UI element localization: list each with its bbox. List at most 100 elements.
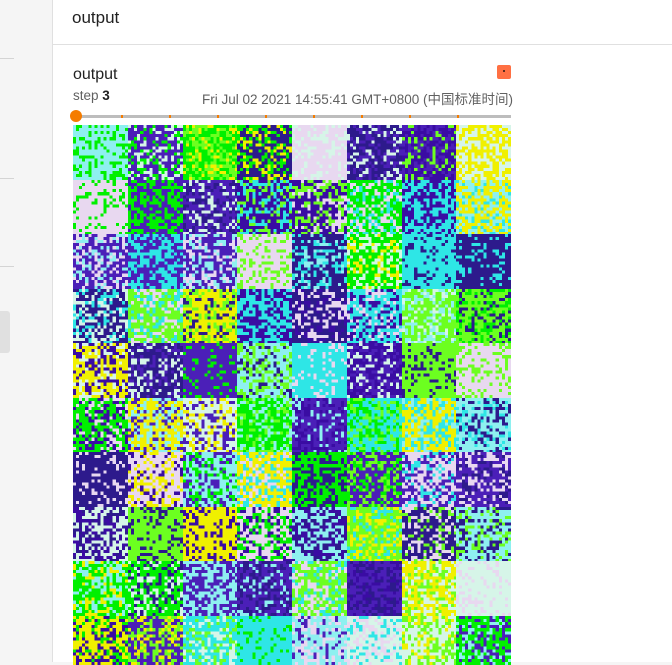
grid-image: [347, 616, 402, 665]
grid-image: [402, 180, 457, 235]
grid-image: [128, 398, 183, 453]
grid-image: [237, 125, 292, 180]
grid-image: [456, 289, 511, 344]
grid-image: [347, 452, 402, 507]
timestamp: Fri Jul 02 2021 14:55:41 GMT+0800 (中国标准时…: [202, 88, 513, 108]
image-card: output step 3 Fri Jul 02 2021 14:55:41 G…: [53, 45, 672, 662]
slider-tick: [121, 115, 123, 118]
grid-image: [347, 234, 402, 289]
grid-image: [456, 561, 511, 616]
section-title: output: [72, 8, 119, 28]
grid-image: [456, 180, 511, 235]
grid-image: [347, 180, 402, 235]
grid-image: [73, 561, 128, 616]
image-grid: [73, 125, 511, 665]
grid-image: [128, 180, 183, 235]
grid-image: [347, 561, 402, 616]
grid-image: [292, 507, 347, 562]
slider-track[interactable]: [73, 115, 511, 118]
grid-image: [237, 289, 292, 344]
grid-image: [237, 616, 292, 665]
card-title: output: [73, 66, 117, 84]
grid-image: [347, 343, 402, 398]
grid-image: [456, 507, 511, 562]
grid-image: [73, 507, 128, 562]
sidebar-divider: [0, 266, 14, 267]
grid-image: [292, 125, 347, 180]
grid-image: [183, 616, 238, 665]
grid-image: [292, 452, 347, 507]
grid-image: [73, 125, 128, 180]
grid-image: [237, 343, 292, 398]
grid-image: [237, 507, 292, 562]
grid-image: [456, 398, 511, 453]
sidebar-toggle-button[interactable]: [0, 311, 10, 353]
grid-image: [237, 561, 292, 616]
grid-image: [347, 125, 402, 180]
slider-thumb[interactable]: [70, 110, 82, 122]
grid-image: [237, 452, 292, 507]
slider-tick: [265, 115, 267, 118]
sidebar-divider: [0, 58, 14, 59]
grid-image: [347, 507, 402, 562]
grid-image: [73, 180, 128, 235]
slider-tick: [169, 115, 171, 118]
grid-image: [402, 452, 457, 507]
grid-image: [347, 289, 402, 344]
grid-image: [292, 180, 347, 235]
grid-image: [402, 616, 457, 665]
grid-image: [183, 343, 238, 398]
grid-image: [183, 234, 238, 289]
grid-image: [292, 398, 347, 453]
step-label: step: [73, 88, 99, 103]
slider-tick: [313, 115, 315, 118]
grid-image: [128, 289, 183, 344]
grid-image: [292, 561, 347, 616]
grid-image: [73, 234, 128, 289]
grid-image: [183, 180, 238, 235]
slider-tick: [361, 115, 363, 118]
step-slider[interactable]: [73, 109, 511, 123]
sidebar-divider: [0, 178, 14, 179]
slider-tick: [409, 115, 411, 118]
grid-image: [402, 125, 457, 180]
grid-image: [183, 507, 238, 562]
grid-image: [402, 561, 457, 616]
grid-image: [347, 398, 402, 453]
grid-image: [237, 398, 292, 453]
grid-image: [456, 234, 511, 289]
grid-image: [292, 289, 347, 344]
grid-image: [73, 289, 128, 344]
grid-image: [183, 398, 238, 453]
grid-image: [456, 616, 511, 665]
grid-image: [456, 125, 511, 180]
grid-image: [183, 289, 238, 344]
grid-image: [128, 561, 183, 616]
grid-image: [237, 180, 292, 235]
grid-image: [128, 125, 183, 180]
slider-tick: [457, 115, 459, 118]
grid-image: [402, 343, 457, 398]
grid-image: [73, 616, 128, 665]
grid-image: [73, 398, 128, 453]
grid-image: [456, 452, 511, 507]
card-expand-icon[interactable]: [497, 65, 511, 79]
grid-image: [128, 452, 183, 507]
grid-image: [402, 289, 457, 344]
grid-image: [292, 234, 347, 289]
grid-image: [128, 507, 183, 562]
grid-image: [456, 343, 511, 398]
grid-image: [73, 452, 128, 507]
grid-image: [73, 343, 128, 398]
slider-tick: [217, 115, 219, 118]
grid-image: [183, 561, 238, 616]
grid-image: [402, 398, 457, 453]
grid-image: [183, 452, 238, 507]
section-header[interactable]: output: [53, 0, 672, 45]
main-panel: output output step 3 Fri Jul 02 2021 14:…: [52, 0, 672, 662]
grid-image: [292, 343, 347, 398]
grid-image: [128, 234, 183, 289]
grid-image: [292, 616, 347, 665]
step-indicator: step 3: [73, 88, 110, 103]
grid-image: [402, 234, 457, 289]
